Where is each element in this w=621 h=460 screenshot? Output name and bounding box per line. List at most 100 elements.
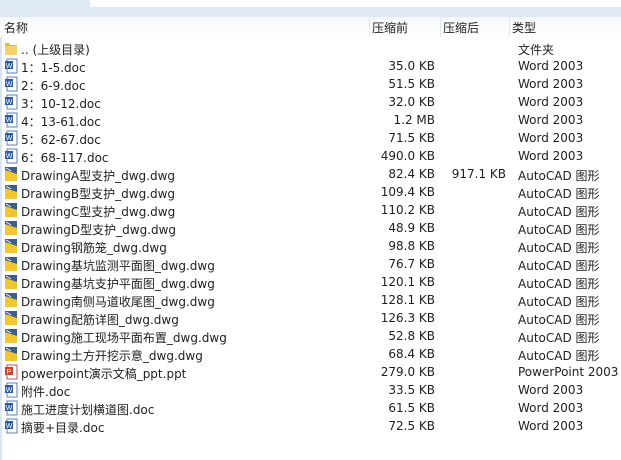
file-row[interactable]: Drawing土方开挖示意_dwg.dwg 68.4 KB AutoCAD 图形: [0, 345, 621, 363]
file-size: 1.2 MB: [393, 113, 435, 127]
file-size: 126.3 KB: [380, 311, 435, 325]
file-name: DrawingD型支护_dwg.dwg: [21, 223, 177, 237]
address-bar[interactable]: [90, 0, 621, 7]
file-row[interactable]: P powerpoint演示文稿_ppt.ppt 279.0 KB PowerP…: [0, 363, 621, 381]
svg-text:W: W: [6, 405, 13, 412]
file-row[interactable]: DrawingA型支护_dwg.dwg 82.4 KB 917.1 KB Aut…: [0, 165, 621, 183]
file-size: 71.5 KB: [388, 131, 435, 145]
file-row[interactable]: Drawing钢筋笼_dwg.dwg 98.8 KB AutoCAD 图形: [0, 237, 621, 255]
file-name: DrawingA型支护_dwg.dwg: [21, 169, 176, 183]
file-row[interactable]: W 6：68-117.doc 490.0 KB Word 2003: [0, 147, 621, 165]
file-name: Drawing钢筋笼_dwg.dwg: [21, 241, 167, 255]
file-type: AutoCAD 图形: [518, 187, 600, 201]
file-size: 48.9 KB: [388, 221, 435, 235]
file-row[interactable]: Drawing基坑监测平面图_dwg.dwg 76.7 KB AutoCAD 图…: [0, 255, 621, 273]
file-name: DrawingC型支护_dwg.dwg: [21, 205, 176, 219]
file-name: 附件.doc: [21, 385, 71, 399]
file-type: Word 2003: [518, 131, 584, 145]
file-row[interactable]: Drawing配筋详图_dwg.dwg 126.3 KB AutoCAD 图形: [0, 309, 621, 327]
dwg-icon: [4, 328, 18, 344]
svg-text:W: W: [6, 117, 13, 124]
file-name: 4：13-61.doc: [21, 115, 101, 129]
file-name: 5：62-67.doc: [21, 133, 101, 147]
file-type: AutoCAD 图形: [518, 349, 600, 363]
file-name: Drawing配筋详图_dwg.dwg: [21, 313, 179, 327]
word-icon: W: [4, 112, 18, 128]
svg-text:W: W: [6, 153, 13, 160]
file-row[interactable]: W 2：6-9.doc 51.5 KB Word 2003: [0, 75, 621, 93]
column-type[interactable]: 类型: [512, 19, 536, 36]
dwg-icon: [4, 274, 18, 290]
dwg-icon: [4, 310, 18, 326]
dwg-icon: [4, 292, 18, 308]
file-type: Word 2003: [518, 149, 584, 163]
column-divider[interactable]: [369, 17, 370, 37]
file-type: PowerPoint 2003: [518, 365, 619, 379]
dwg-icon: [4, 166, 18, 182]
word-icon: W: [4, 94, 18, 110]
file-row[interactable]: Drawing南侧马道收尾图_dwg.dwg 128.1 KB AutoCAD …: [0, 291, 621, 309]
file-row[interactable]: W 4：13-61.doc 1.2 MB Word 2003: [0, 111, 621, 129]
svg-text:W: W: [6, 99, 13, 106]
word-icon: W: [4, 58, 18, 74]
file-row[interactable]: .. (上级目录) 文件夹: [0, 39, 621, 57]
file-size: 98.8 KB: [388, 239, 435, 253]
svg-text:P: P: [7, 369, 12, 376]
word-icon: W: [4, 400, 18, 416]
word-icon: W: [4, 130, 18, 146]
file-size: 76.7 KB: [388, 257, 435, 271]
file-type: AutoCAD 图形: [518, 223, 600, 237]
file-name: Drawing施工现场平面布置_dwg.dwg: [21, 331, 227, 345]
file-compressed-size: 917.1 KB: [451, 167, 506, 181]
file-size: 33.5 KB: [388, 383, 435, 397]
file-row[interactable]: W 1：1-5.doc 35.0 KB Word 2003: [0, 57, 621, 75]
file-size: 35.0 KB: [388, 59, 435, 73]
file-name: .. (上级目录): [21, 43, 90, 57]
column-name[interactable]: 名称: [4, 19, 28, 36]
file-row[interactable]: DrawingC型支护_dwg.dwg 110.2 KB AutoCAD 图形: [0, 201, 621, 219]
column-divider[interactable]: [440, 17, 441, 37]
file-size: 82.4 KB: [388, 167, 435, 181]
word-icon: W: [4, 148, 18, 164]
file-row[interactable]: W 3：10-12.doc 32.0 KB Word 2003: [0, 93, 621, 111]
file-type: Word 2003: [518, 419, 584, 433]
file-row[interactable]: DrawingB型支护_dwg.dwg 109.4 KB AutoCAD 图形: [0, 183, 621, 201]
file-size: 490.0 KB: [380, 149, 435, 163]
file-type: AutoCAD 图形: [518, 241, 600, 255]
file-size: 128.1 KB: [380, 293, 435, 307]
file-row[interactable]: Drawing基坑支护平面图_dwg.dwg 120.1 KB AutoCAD …: [0, 273, 621, 291]
column-divider[interactable]: [509, 17, 510, 37]
file-row[interactable]: Drawing施工现场平面布置_dwg.dwg 52.8 KB AutoCAD …: [0, 327, 621, 345]
word-icon: W: [4, 418, 18, 434]
toolbar-area: [0, 0, 621, 18]
file-size: 120.1 KB: [380, 275, 435, 289]
file-type: Word 2003: [518, 95, 584, 109]
dwg-icon: [4, 220, 18, 236]
file-name: 3：10-12.doc: [21, 97, 101, 111]
file-name: 施工进度计划横道图.doc: [21, 403, 155, 417]
dwg-icon: [4, 346, 18, 362]
file-type: AutoCAD 图形: [518, 277, 600, 291]
column-size[interactable]: 压缩前: [372, 19, 408, 36]
svg-text:W: W: [6, 423, 13, 430]
file-size: 32.0 KB: [388, 95, 435, 109]
file-row[interactable]: W 附件.doc 33.5 KB Word 2003: [0, 381, 621, 399]
file-row[interactable]: W 5：62-67.doc 71.5 KB Word 2003: [0, 129, 621, 147]
folder-icon: [4, 40, 18, 56]
column-compressed[interactable]: 压缩后: [443, 19, 479, 36]
file-name: Drawing基坑监测平面图_dwg.dwg: [21, 259, 215, 273]
file-name: 1：1-5.doc: [21, 61, 86, 75]
file-name: 2：6-9.doc: [21, 79, 86, 93]
file-name: 6：68-117.doc: [21, 151, 109, 165]
file-name: DrawingB型支护_dwg.dwg: [21, 187, 176, 201]
file-type: Word 2003: [518, 77, 584, 91]
file-type: AutoCAD 图形: [518, 169, 600, 183]
file-size: 68.4 KB: [388, 347, 435, 361]
file-row[interactable]: W 施工进度计划横道图.doc 61.5 KB Word 2003: [0, 399, 621, 417]
file-row[interactable]: W 摘要+目录.doc 72.5 KB Word 2003: [0, 417, 621, 435]
ppt-icon: P: [4, 364, 18, 380]
file-row[interactable]: DrawingD型支护_dwg.dwg 48.9 KB AutoCAD 图形: [0, 219, 621, 237]
file-type: AutoCAD 图形: [518, 205, 600, 219]
file-type: Word 2003: [518, 401, 584, 415]
file-name: powerpoint演示文稿_ppt.ppt: [21, 367, 187, 381]
